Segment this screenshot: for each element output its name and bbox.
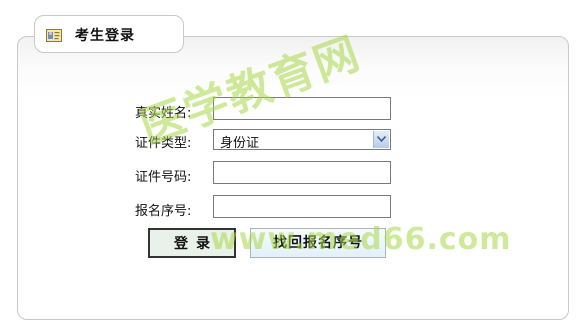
login-button[interactable]: 登录 [148, 228, 236, 258]
panel-title: 考生登录 [75, 28, 135, 44]
find-serial-button[interactable]: 找回报名序号 [250, 228, 386, 258]
panel-header-tab: 考生登录 [34, 15, 184, 53]
real-name-label: 真实姓名: [135, 106, 192, 121]
id-type-select[interactable]: 身份证 [213, 129, 391, 151]
serial-input[interactable] [213, 195, 391, 218]
id-number-input[interactable] [213, 161, 391, 184]
real-name-input[interactable] [213, 97, 391, 120]
chevron-down-icon[interactable] [373, 131, 389, 148]
serial-label: 报名序号: [135, 204, 192, 219]
id-type-selected-value: 身份证 [220, 136, 260, 151]
user-card-icon [46, 27, 62, 42]
id-number-label: 证件号码: [135, 170, 192, 185]
id-type-label: 证件类型: [135, 136, 192, 151]
